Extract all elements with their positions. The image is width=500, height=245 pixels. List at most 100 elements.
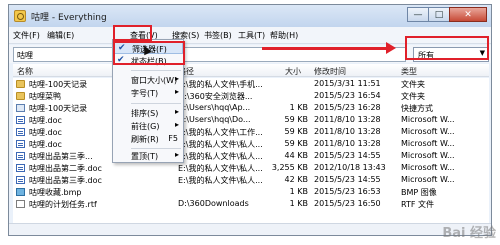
row-path: D:\360Downloads (178, 199, 249, 208)
row-path: E:\我的私人文件\私人... (178, 140, 263, 149)
column-type-header[interactable]: 类型 (401, 66, 417, 77)
menu-item-label: 字号(T) (131, 89, 159, 98)
column-header: 名称 路径 大小 修改时间 类型 (13, 64, 489, 77)
chevron-right-icon: ▸ (174, 74, 179, 83)
shortcut-label: F5 (168, 134, 178, 143)
row-modified: 2011/8/10 13:28 (314, 127, 381, 136)
column-name-header[interactable]: 名称 (17, 66, 33, 77)
menu-tools[interactable]: 工具(T) (238, 30, 265, 41)
menu-edit[interactable]: 编辑(E) (47, 30, 74, 41)
menu-separator (131, 103, 181, 104)
word-doc-icon (16, 176, 25, 184)
window-title: 咕哩 - Everything (31, 13, 107, 23)
row-path: D:\360安全浏览器... (178, 92, 253, 101)
menu-item-window-size[interactable]: 窗口大小(W) ▸ (113, 74, 183, 86)
annotation-box-filter-item (113, 41, 185, 65)
row-type: 文件夹 (401, 80, 425, 89)
annotation-arrow-line (262, 47, 388, 50)
menu-help[interactable]: 帮助(H) (270, 30, 298, 41)
menu-item-pin-top[interactable]: 置顶(T) ▸ (113, 150, 183, 162)
table-row[interactable]: 咕哩.doc E:\我的私人文件\工作... 59 KB 2011/8/10 1… (13, 126, 489, 138)
row-type: BMP 图像 (401, 188, 437, 197)
table-row[interactable]: 咕哩-100天记录 C:\Users\hqq\Ap... 1 KB 2015/5… (13, 102, 489, 114)
row-size: 3,255 KB (271, 163, 308, 172)
row-size: 1 KB (289, 199, 308, 208)
row-path: E:\我的私人文件\私人... (178, 176, 263, 185)
row-name: 咕哩收藏.bmp (29, 188, 82, 197)
column-size-header[interactable]: 大小 (285, 66, 301, 77)
menu-item-label: 刷新(R) (131, 135, 159, 144)
folder-icon (16, 92, 25, 100)
row-name: 咕哩出品第二季.doc (29, 164, 102, 173)
row-modified: 2011/8/10 13:28 (314, 115, 381, 124)
menu-item-font-size[interactable]: 字号(T) ▸ (113, 87, 183, 99)
menu-item-goto[interactable]: 前往(G) ▸ (113, 120, 183, 132)
chevron-right-icon: ▸ (174, 87, 179, 96)
menu-item-label: 排序(S) (131, 109, 159, 118)
row-modified: 2015/3/31 11:51 (314, 79, 381, 88)
row-type: 快捷方式 (401, 104, 433, 113)
annotation-box-filter-select (405, 36, 489, 60)
shortcut-icon (16, 104, 25, 112)
row-size: 1 KB (289, 187, 308, 196)
row-type: Microsoft W... (401, 115, 455, 124)
row-path: E:\我的私人文件\私人... (178, 164, 263, 173)
menu-item-label: 窗口大小(W) (131, 76, 178, 85)
row-path: E:\我的私人文件\私人... (178, 152, 263, 161)
word-doc-icon (16, 128, 25, 136)
status-bar (9, 223, 491, 235)
row-size: 59 KB (284, 127, 308, 136)
word-doc-icon (16, 152, 25, 160)
word-doc-icon (16, 116, 25, 124)
table-row[interactable]: 咕哩菜鸭 D:\360安全浏览器... 2015/5/23 16:54 文件夹 (13, 90, 489, 102)
table-row[interactable]: 咕哩的计划任务.rtf D:\360Downloads 1 KB 2015/5/… (13, 198, 489, 210)
row-size: 59 KB (284, 139, 308, 148)
everything-app-icon (14, 10, 26, 22)
maximize-button[interactable]: □ (428, 7, 450, 22)
arrow-right-icon (386, 42, 396, 54)
row-size: 42 KB (284, 175, 308, 184)
column-modified-header[interactable]: 修改时间 (314, 66, 346, 77)
bmp-image-icon (16, 188, 25, 196)
row-type: Microsoft W... (401, 139, 455, 148)
row-modified: 2015/5/23 16:50 (314, 199, 381, 208)
row-size: 59 KB (284, 115, 308, 124)
rtf-file-icon (16, 200, 25, 208)
menu-item-label: 置顶(T) (131, 152, 159, 161)
title-bar[interactable]: 咕哩 - Everything — □ ✕ (9, 5, 491, 27)
table-row[interactable]: 咕哩出品第二季.doc E:\我的私人文件\私人... 3,255 KB 201… (13, 162, 489, 174)
row-type: Microsoft W... (401, 127, 455, 136)
row-type: 文件夹 (401, 92, 425, 101)
watermark: Bai 经验 (442, 226, 496, 241)
close-button[interactable]: ✕ (449, 7, 487, 22)
menu-separator (131, 70, 181, 71)
table-row[interactable]: 咕哩-100天记录 E:\我的私人文件\手机... 2015/3/31 11:5… (13, 78, 489, 90)
row-modified: 2015/5/23 14:55 (314, 175, 381, 184)
row-name: 咕哩的计划任务.rtf (29, 200, 97, 209)
menu-item-refresh[interactable]: 刷新(R) F5 (113, 133, 183, 145)
menu-item-sort[interactable]: 排序(S) ▸ (113, 107, 183, 119)
row-type: Microsoft W... (401, 151, 455, 160)
table-row[interactable]: 咕哩.doc E:\我的私人文件\私人... 59 KB 2011/8/10 1… (13, 138, 489, 150)
table-row[interactable]: 咕哩.doc C:\Users\hqq\Do... 59 KB 2011/8/1… (13, 114, 489, 126)
row-modified: 2015/5/23 14:55 (314, 151, 381, 160)
word-doc-icon (16, 164, 25, 172)
window-controls: — □ ✕ (407, 7, 487, 22)
table-row[interactable]: 咕哩出品第三季... E:\我的私人文件\私人... 44 KB 2015/5/… (13, 150, 489, 162)
row-path: E:\我的私人文件\工作... (178, 128, 263, 137)
chevron-right-icon: ▸ (174, 107, 179, 116)
row-modified: 2011/8/10 13:28 (314, 139, 381, 148)
row-path: E:\我的私人文件\手机... (178, 80, 263, 89)
row-type: Microsoft W... (401, 163, 455, 172)
table-row[interactable]: 咕哩收藏.bmp 1 KB 2015/5/23 16:53 BMP 图像 (13, 186, 489, 198)
menu-bookmarks[interactable]: 书签(B) (204, 30, 232, 41)
chevron-right-icon: ▸ (174, 120, 179, 129)
folder-icon (16, 80, 25, 88)
table-row[interactable]: 咕哩出品第三季.doc E:\我的私人文件\私人... 42 KB 2015/5… (13, 174, 489, 186)
row-size: 44 KB (284, 151, 308, 160)
results-list: 咕哩-100天记录 E:\我的私人文件\手机... 2015/3/31 11:5… (13, 78, 489, 225)
chevron-right-icon: ▸ (174, 150, 179, 159)
row-name: 咕哩出品第三季.doc (29, 176, 102, 185)
menu-file[interactable]: 文件(F) (13, 30, 40, 41)
minimize-button[interactable]: — (407, 7, 429, 22)
